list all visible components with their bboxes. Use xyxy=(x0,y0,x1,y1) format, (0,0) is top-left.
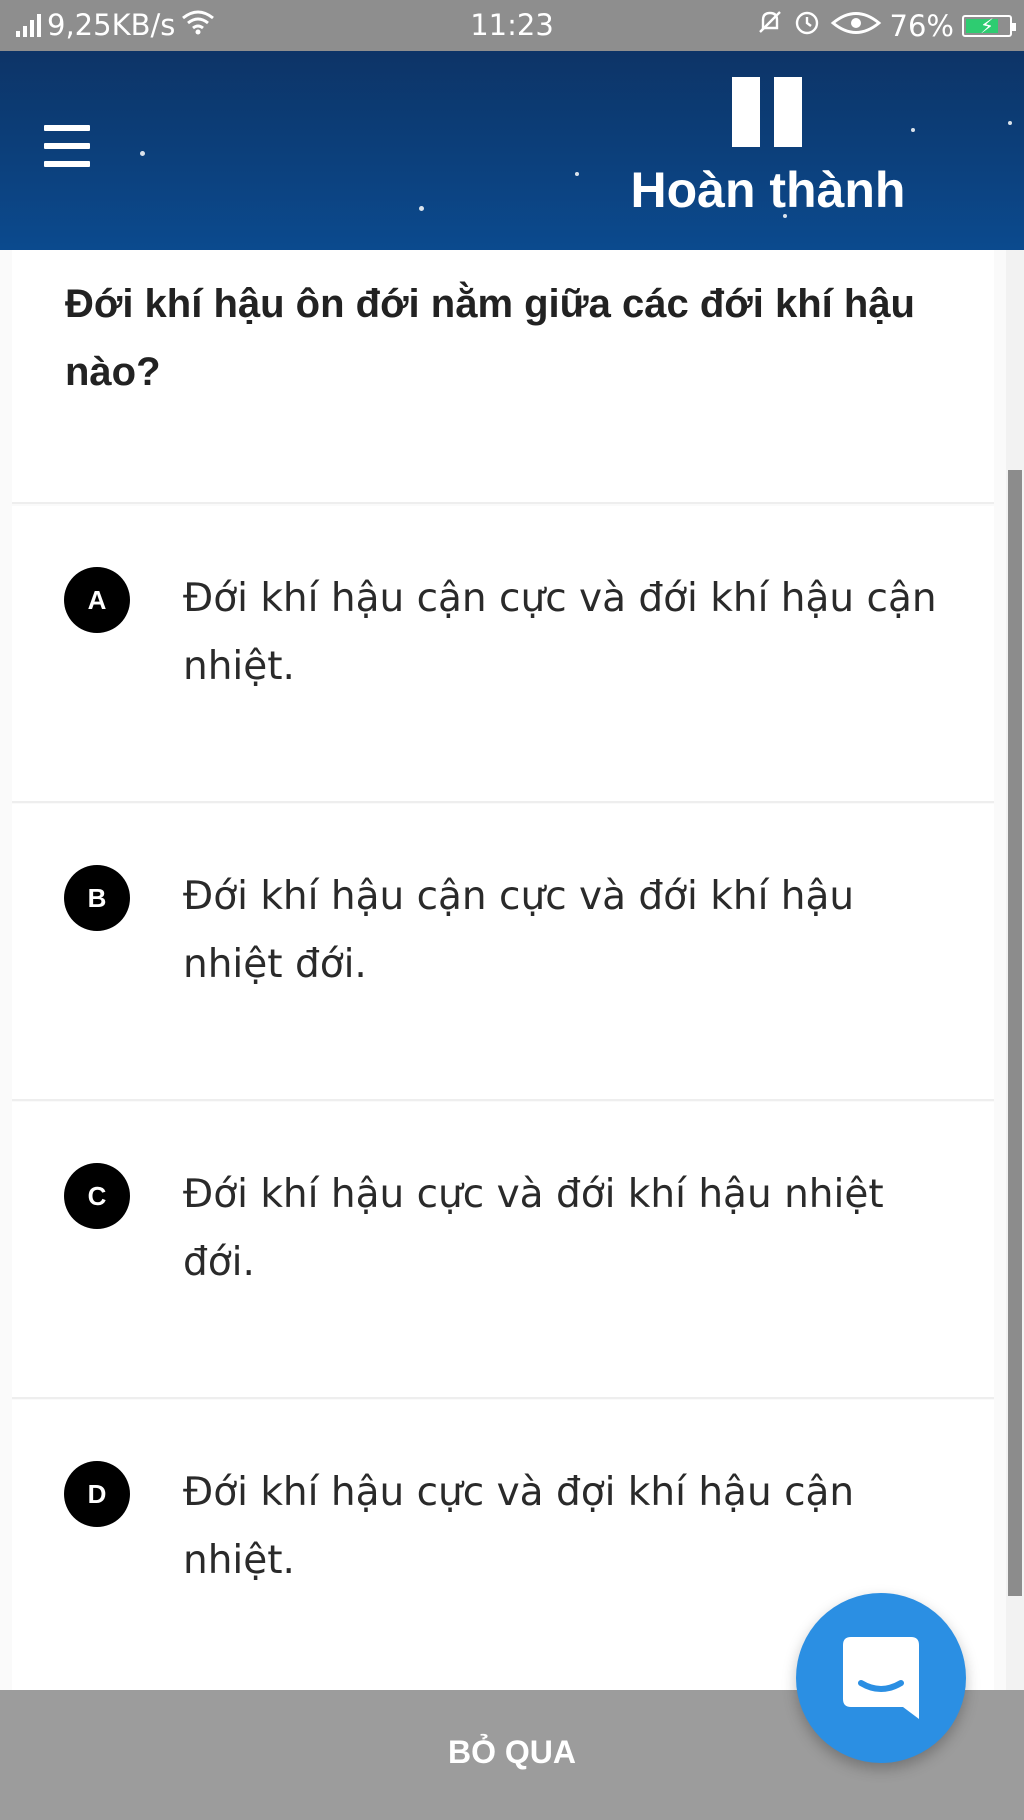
signal-icon xyxy=(16,13,41,37)
hamburger-menu-icon[interactable] xyxy=(44,125,92,171)
quiz-content: Đới khí hậu ôn đới nằm giữa các đới khí … xyxy=(0,250,1024,1697)
status-left: 9,25KB/s xyxy=(16,8,215,42)
star-decoration xyxy=(575,172,579,176)
option-text: Đới khí hậu cận cực và đới khí hậu cận n… xyxy=(183,576,937,689)
scrollbar-thumb[interactable] xyxy=(1008,470,1022,1596)
option-badge: C xyxy=(64,1163,130,1229)
battery-charging-icon: ⚡ xyxy=(962,14,1016,38)
status-right: 76% ⚡ xyxy=(756,7,1016,44)
option-badge: D xyxy=(64,1461,130,1527)
star-decoration xyxy=(1008,121,1012,125)
chat-icon xyxy=(843,1637,919,1719)
question-text: Đới khí hậu ôn đới nằm giữa các đới khí … xyxy=(65,282,915,394)
option-b[interactable]: B Đới khí hậu cận cực và đới khí hậu nhi… xyxy=(12,804,994,1101)
pause-icon[interactable] xyxy=(728,77,804,149)
mute-icon xyxy=(756,8,784,43)
option-badge: A xyxy=(64,567,130,633)
star-decoration xyxy=(911,128,915,132)
alarm-icon xyxy=(792,7,822,44)
option-text: Đới khí hậu cực và đợi khí hậu cận nhiệt… xyxy=(183,1470,855,1583)
option-text: Đới khí hậu cận cực và đới khí hậu nhiệt… xyxy=(183,874,855,987)
option-text: Đới khí hậu cực và đới khí hậu nhiệt đới… xyxy=(183,1172,884,1285)
network-speed: 9,25KB/s xyxy=(47,8,176,42)
option-badge: B xyxy=(64,865,130,931)
question-card: Đới khí hậu ôn đới nằm giữa các đới khí … xyxy=(12,250,994,504)
star-decoration xyxy=(140,151,145,156)
finish-button[interactable]: Hoàn thành xyxy=(600,161,936,219)
chat-button[interactable] xyxy=(796,1593,966,1763)
wifi-icon xyxy=(181,8,215,42)
battery-percent: 76% xyxy=(889,8,954,43)
star-decoration xyxy=(419,206,424,211)
option-a[interactable]: A Đới khí hậu cận cực và đới khí hậu cận… xyxy=(12,506,994,803)
eye-icon xyxy=(830,9,882,43)
app-header: Hoàn thành xyxy=(0,51,1024,250)
status-bar: 9,25KB/s 11:23 76% ⚡ xyxy=(0,0,1024,51)
option-c[interactable]: C Đới khí hậu cực và đới khí hậu nhiệt đ… xyxy=(12,1102,994,1399)
